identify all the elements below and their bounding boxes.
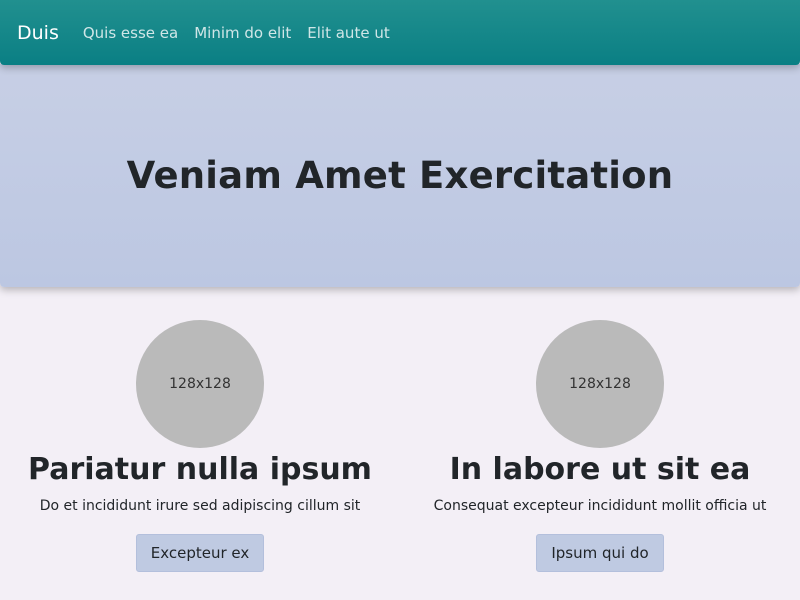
top-navbar: Duis Quis esse ea Minim do elit Elit aut… — [0, 0, 800, 65]
placeholder-label: 128x128 — [169, 376, 231, 392]
feature-image-placeholder: 128x128 — [136, 320, 264, 448]
nav-link-3[interactable]: Elit aute ut — [307, 24, 389, 42]
features-section: 128x128 Pariatur nulla ipsum Do et incid… — [0, 320, 800, 572]
feature-text: Do et incididunt irure sed adipiscing ci… — [39, 498, 361, 514]
hero-banner: Veniam Amet Exercitation — [0, 64, 800, 287]
feature-button-1[interactable]: Excepteur ex — [135, 534, 265, 572]
feature-button-2[interactable]: Ipsum qui do — [536, 534, 664, 572]
hero-title: Veniam Amet Exercitation — [126, 154, 674, 197]
feature-title: Pariatur nulla ipsum — [28, 452, 372, 487]
feature-title: In labore ut sit ea — [449, 452, 751, 487]
feature-card-1: 128x128 Pariatur nulla ipsum Do et incid… — [0, 320, 400, 572]
brand-link[interactable]: Duis — [17, 22, 59, 44]
nav-link-2[interactable]: Minim do elit — [194, 24, 291, 42]
nav-link-1[interactable]: Quis esse ea — [83, 24, 178, 42]
feature-text: Consequat excepteur incididunt mollit of… — [433, 498, 767, 514]
placeholder-label: 128x128 — [569, 376, 631, 392]
feature-image-placeholder: 128x128 — [536, 320, 664, 448]
feature-card-2: 128x128 In labore ut sit ea Consequat ex… — [400, 320, 800, 572]
